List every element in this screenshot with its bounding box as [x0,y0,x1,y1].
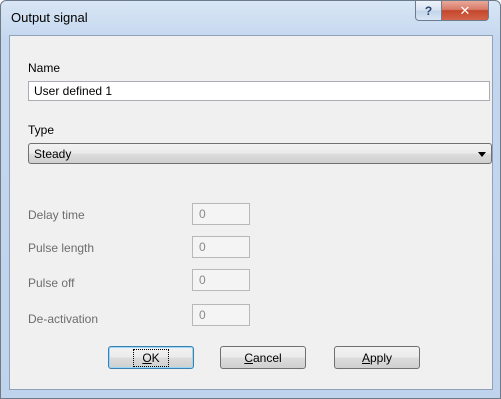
pulse-length-label: Pulse length [28,241,95,255]
dropdown-arrow-icon [478,152,486,157]
type-label: Type [28,123,55,137]
delay-time-label: Delay time [28,208,85,222]
help-button[interactable]: ? [415,1,442,21]
close-button[interactable]: ✕ [441,1,489,21]
cancel-button-label: Cancel [244,350,282,365]
type-select[interactable]: Steady [28,143,492,164]
pulse-off-label: Pulse off [28,276,75,290]
help-icon: ? [424,3,433,18]
apply-button[interactable]: Apply [334,346,420,369]
pulse-off-input[interactable]: 0 [192,269,250,291]
close-icon: ✕ [459,2,471,18]
ok-button-label: OK [133,348,169,367]
cancel-button[interactable]: Cancel [220,346,306,369]
de-activation-input[interactable]: 0 [192,304,250,326]
title-bar[interactable]: Output signal ? ✕ [1,1,500,35]
apply-button-label: Apply [361,350,393,365]
ok-button[interactable]: OK [108,346,194,369]
pulse-length-input[interactable]: 0 [192,236,250,258]
window-title: Output signal [11,10,88,25]
dialog-window: Output signal ? ✕ Name User defined 1 Ty… [0,0,501,399]
delay-time-input[interactable]: 0 [192,203,250,225]
name-label: Name [28,61,61,75]
type-select-value: Steady [34,147,72,161]
name-input[interactable]: User defined 1 [28,81,490,101]
dialog-client-area: Name User defined 1 Type Steady Delay ti… [9,35,493,390]
de-activation-label: De-activation [28,312,99,326]
